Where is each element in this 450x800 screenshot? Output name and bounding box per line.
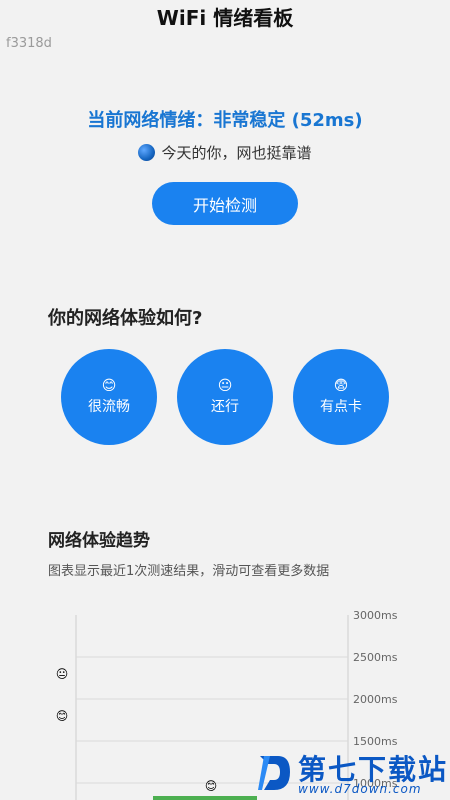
watermark: 第七下载站 www.d7down.com bbox=[256, 748, 450, 800]
chart-bar-emoji: 😊 bbox=[205, 779, 218, 793]
feedback-smooth-label: 很流畅 bbox=[88, 399, 130, 415]
network-status: 当前网络情绪：非常稳定 (52ms) bbox=[87, 110, 363, 131]
status-subtitle: 今天的你，网也挺靠谱 bbox=[0, 142, 450, 163]
feedback-laggy-label: 有点卡 bbox=[320, 399, 362, 415]
watermark-url: www.d7down.com bbox=[298, 782, 422, 796]
globe-icon bbox=[138, 144, 156, 161]
feedback-smooth-button[interactable]: 😊 很流畅 bbox=[61, 349, 157, 445]
neutral-emoji-icon: 😐 bbox=[217, 378, 233, 394]
d7-logo-icon bbox=[258, 756, 290, 790]
chart-bar bbox=[153, 796, 257, 800]
chart-y-tick-label: 2000ms bbox=[353, 693, 398, 706]
feedback-laggy-button[interactable]: 😨 有点卡 bbox=[293, 349, 389, 445]
smile-emoji-icon: 😊 bbox=[101, 378, 117, 394]
chart-y-tick-label: 1500ms bbox=[353, 735, 398, 748]
trend-subtitle: 图表显示最近1次测速结果，滑动可查看更多数据 bbox=[48, 564, 330, 579]
page-title: WiFi 情绪看板 bbox=[156, 6, 294, 30]
status-subtitle-text: 今天的你，网也挺靠谱 bbox=[161, 144, 312, 162]
fearful-emoji-icon: 😨 bbox=[333, 378, 349, 394]
feedback-ok-button[interactable]: 😐 还行 bbox=[177, 349, 273, 445]
start-test-button[interactable]: 开始检测 bbox=[152, 182, 298, 225]
chart-y-tick-label: 3000ms bbox=[353, 609, 398, 622]
trend-title: 网络体验趋势 bbox=[48, 531, 150, 551]
device-id: f3318d bbox=[6, 36, 52, 51]
chart-emoji-marker: 😊 bbox=[56, 709, 69, 723]
feedback-question: 你的网络体验如何? bbox=[48, 308, 203, 329]
chart-y-tick-label: 2500ms bbox=[353, 651, 398, 664]
chart-emoji-marker: 😐 bbox=[56, 667, 69, 681]
feedback-ok-label: 还行 bbox=[211, 399, 239, 415]
